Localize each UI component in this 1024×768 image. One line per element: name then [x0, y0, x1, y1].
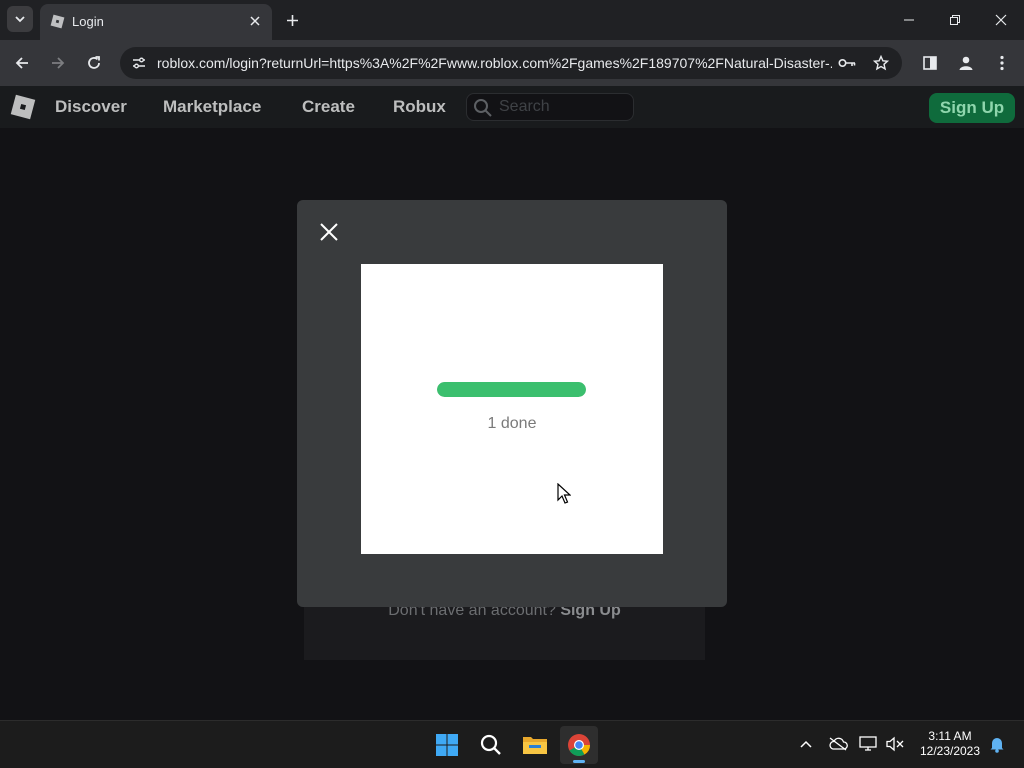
volume-muted-icon [886, 736, 904, 752]
show-hidden-icons-button[interactable] [795, 733, 817, 755]
search-icon [474, 99, 492, 117]
chevron-up-icon [800, 740, 812, 748]
close-icon [995, 14, 1007, 26]
tab-close-button[interactable] [246, 12, 264, 30]
search-input[interactable] [499, 97, 629, 117]
minimize-icon [904, 19, 914, 21]
roblox-logo-icon[interactable] [10, 94, 36, 120]
file-explorer-button[interactable] [516, 726, 554, 764]
search-icon [480, 734, 501, 755]
chevron-down-icon [15, 16, 25, 23]
network-icon [859, 736, 877, 751]
system-clock[interactable]: 3:11 AM 12/23/2023 [912, 729, 988, 759]
onedrive-tray-button[interactable] [827, 733, 849, 755]
progress-fill [437, 382, 586, 397]
close-icon [320, 223, 338, 241]
mouse-cursor-icon [557, 483, 571, 504]
notifications-button[interactable] [986, 733, 1008, 755]
close-window-button[interactable] [986, 6, 1016, 34]
progress-status-text: 1 done [487, 415, 537, 432]
side-panel-icon [923, 56, 937, 70]
tab-login[interactable]: Login [40, 4, 272, 40]
reload-icon [88, 56, 100, 69]
network-tray-button[interactable] [858, 733, 880, 755]
captcha-frame: 1 done [361, 264, 663, 554]
verification-modal: 1 done [297, 200, 727, 607]
key-icon [838, 58, 856, 68]
address-bar[interactable]: roblox.com/login?returnUrl=https%3A%2F%2… [120, 47, 902, 79]
taskbar-search-button[interactable] [472, 726, 510, 764]
nav-robux[interactable]: Robux [393, 97, 446, 117]
clock-time: 3:11 AM [928, 729, 972, 743]
search-box[interactable] [466, 93, 634, 121]
profile-icon [959, 56, 973, 70]
tab-title: Login [72, 14, 104, 29]
volume-tray-button[interactable] [884, 733, 906, 755]
chrome-taskbar-button[interactable] [560, 726, 598, 764]
more-menu-button[interactable] [988, 49, 1016, 77]
site-header: Discover Marketplace Create Robux Sign U… [0, 86, 1024, 128]
forward-button[interactable] [44, 49, 72, 77]
bookmark-star-button[interactable] [870, 53, 892, 73]
browser-toolbar: roblox.com/login?returnUrl=https%3A%2F%2… [0, 40, 1024, 86]
minimize-button[interactable] [894, 6, 924, 34]
roblox-favicon-icon [50, 14, 65, 29]
back-icon [15, 57, 28, 69]
modal-close-button[interactable] [317, 220, 341, 244]
bell-icon [990, 738, 1004, 753]
forward-icon [52, 57, 65, 69]
side-panel-button[interactable] [916, 49, 944, 77]
back-button[interactable] [8, 49, 36, 77]
more-icon [1000, 55, 1004, 71]
restore-button[interactable] [940, 6, 970, 34]
start-button[interactable] [428, 726, 466, 764]
clock-date: 12/23/2023 [919, 744, 981, 758]
header-signup-button[interactable]: Sign Up [929, 93, 1015, 123]
password-key-button[interactable] [836, 53, 858, 73]
site-info-button[interactable] [128, 53, 150, 73]
nav-discover[interactable]: Discover [55, 97, 127, 117]
restore-icon [950, 15, 960, 25]
plus-icon [286, 14, 298, 26]
taskbar: 3:11 AM 12/23/2023 [0, 720, 1024, 768]
windows-start-icon [436, 734, 458, 756]
active-indicator [573, 760, 585, 763]
cloud-offline-icon [829, 737, 848, 751]
browser-tabstrip: Login [0, 0, 1024, 40]
star-icon [873, 55, 889, 71]
progress-bar [437, 382, 586, 397]
url-text[interactable]: roblox.com/login?returnUrl=https%3A%2F%2… [157, 55, 832, 71]
new-tab-button[interactable] [281, 9, 303, 31]
file-explorer-icon [523, 737, 547, 754]
reload-button[interactable] [80, 49, 108, 77]
chrome-icon [568, 734, 590, 756]
nav-create[interactable]: Create [302, 97, 355, 117]
site-info-icon [133, 57, 145, 69]
close-icon [250, 16, 260, 26]
nav-marketplace[interactable]: Marketplace [163, 97, 261, 117]
profile-button[interactable] [952, 49, 980, 77]
tab-search-button[interactable] [7, 6, 33, 32]
